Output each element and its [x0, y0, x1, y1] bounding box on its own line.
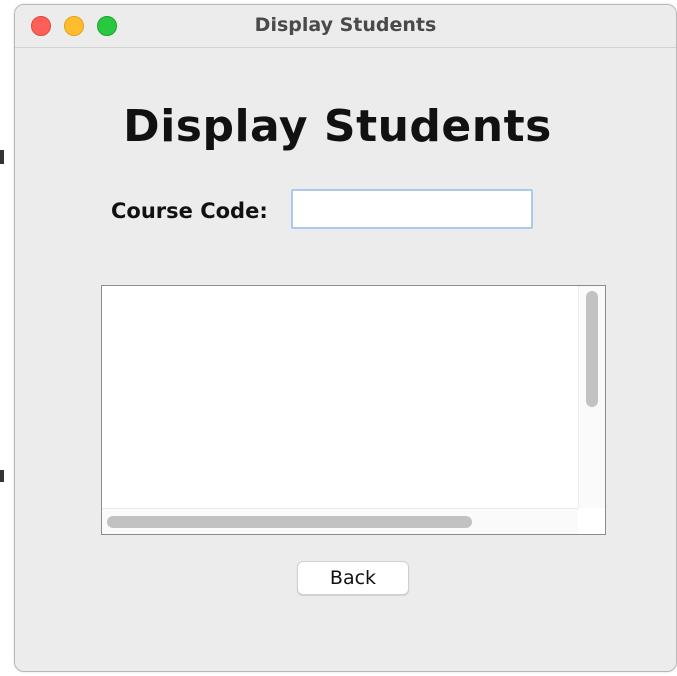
horizontal-scrollbar[interactable] — [102, 508, 578, 534]
course-code-input[interactable] — [291, 189, 533, 229]
course-code-label: Course Code: — [111, 199, 268, 223]
students-scroll-pane — [101, 285, 606, 535]
window-title: Display Students — [254, 14, 437, 36]
background-window-fragment — [0, 150, 4, 164]
students-text-area[interactable] — [102, 286, 577, 508]
title-bar[interactable]: Display Students — [15, 5, 676, 48]
scroll-corner — [578, 508, 605, 534]
horizontal-scrollbar-thumb[interactable] — [107, 516, 472, 528]
display-students-window: Display Students Display Students Course… — [14, 4, 677, 672]
vertical-scrollbar-thumb[interactable] — [586, 291, 598, 407]
back-button[interactable]: Back — [297, 561, 409, 595]
background-window-fragment — [0, 470, 4, 482]
vertical-scrollbar[interactable] — [578, 286, 605, 508]
page-title: Display Students — [123, 101, 552, 152]
